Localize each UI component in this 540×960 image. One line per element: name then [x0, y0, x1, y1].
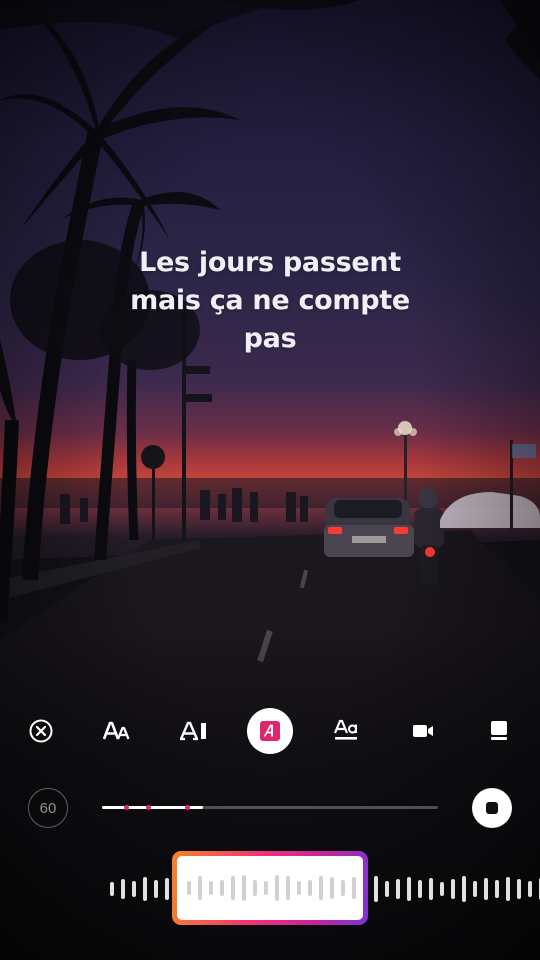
- font-size-icon: [103, 721, 130, 740]
- waveform-bar: [495, 880, 499, 898]
- lyrics-line: pas: [243, 323, 297, 354]
- lyrics-line: mais ça ne compte: [130, 285, 410, 316]
- underline-style-button[interactable]: [323, 708, 369, 754]
- waveform-bar: [396, 879, 400, 899]
- waveform-bar: [253, 880, 257, 896]
- waveform-bar: [154, 880, 158, 898]
- video-frame-icon: [412, 725, 433, 737]
- waveform-bar: [484, 878, 488, 900]
- text-cursor-icon: [179, 721, 206, 741]
- waveform-bar: [517, 879, 521, 899]
- playback-progress-bar[interactable]: [102, 805, 438, 810]
- close-circle-icon: [29, 719, 53, 743]
- lyrics-line: Les jours passent: [139, 247, 401, 278]
- waveform-bar: [132, 881, 136, 897]
- lyrics-text[interactable]: Les jours passent mais ça ne compte pas: [70, 244, 470, 358]
- waveform-bar: [275, 875, 279, 901]
- waveform-bar: [110, 882, 114, 896]
- waveform-bar: [440, 882, 444, 896]
- clip-selection-window[interactable]: [172, 851, 368, 925]
- duration-selector[interactable]: 60: [28, 788, 68, 828]
- progress-marker: [146, 805, 151, 810]
- close-button[interactable]: [18, 708, 64, 754]
- waveform-bar: [429, 878, 433, 900]
- highlight-style-button[interactable]: [246, 708, 293, 754]
- story-editor: Les jours passent mais ça ne compte pas: [0, 0, 540, 960]
- waveform-bar: [473, 881, 477, 897]
- waveform-bar: [286, 876, 290, 900]
- waveform-bar: [352, 877, 356, 899]
- waveform-bar: [319, 876, 323, 900]
- waveform-bar: [528, 881, 532, 897]
- stop-icon: [486, 802, 498, 814]
- waveform-bar: [242, 875, 246, 901]
- waveform-bar: [209, 881, 213, 895]
- font-size-button[interactable]: [94, 708, 140, 754]
- waveform-bar: [187, 881, 191, 895]
- video-frame-button[interactable]: [400, 708, 446, 754]
- lyrics-style-toolbar: [18, 708, 522, 754]
- waveform-bar: [264, 881, 268, 895]
- progress-marker: [124, 805, 129, 810]
- waveform-bar: [418, 880, 422, 898]
- waveform-bar: [451, 879, 455, 899]
- waveform-bar: [407, 877, 411, 901]
- duration-label: 60: [39, 799, 57, 817]
- waveform-bar: [462, 876, 466, 902]
- waveform-bar: [308, 880, 312, 896]
- text-underline-icon: [334, 719, 358, 740]
- waveform-bar: [198, 876, 202, 900]
- waveform-bar: [121, 879, 125, 899]
- clip-selection-inner: [177, 856, 363, 920]
- waveform-bar: [220, 880, 224, 896]
- text-highlight-icon: [259, 721, 280, 741]
- waveform-bar: [143, 877, 147, 901]
- waveform-bar: [341, 880, 345, 896]
- stop-button[interactable]: [472, 788, 512, 828]
- card-style-button[interactable]: [476, 708, 522, 754]
- waveform-bar: [297, 881, 301, 895]
- progress-marker: [185, 805, 190, 810]
- card-icon: [490, 721, 507, 740]
- waveform-bar: [506, 877, 510, 901]
- typewriter-style-button[interactable]: [171, 708, 217, 754]
- waveform-bar: [374, 876, 378, 902]
- waveform-bar: [385, 881, 389, 897]
- waveform-bar: [165, 878, 169, 900]
- waveform-bar: [231, 876, 235, 900]
- waveform-bar: [330, 877, 334, 899]
